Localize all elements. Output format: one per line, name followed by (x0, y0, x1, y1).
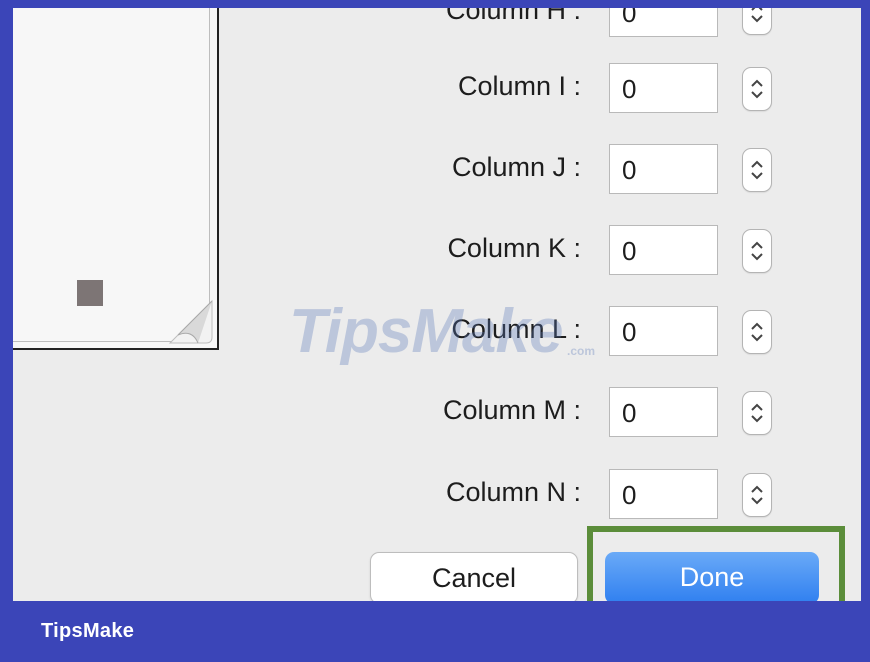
up-down-chevron-icon (751, 322, 763, 342)
watermark-suffix: .com (567, 344, 596, 358)
up-down-chevron-icon (751, 79, 763, 99)
up-down-chevron-icon (751, 160, 763, 180)
up-down-chevron-icon (751, 241, 763, 261)
column-stepper[interactable] (742, 148, 772, 192)
column-stepper[interactable] (742, 310, 772, 354)
column-value-field[interactable]: 0 (609, 225, 718, 275)
column-row-h: Column H : 0 (13, 8, 861, 39)
footer-brand: TipsMake (41, 620, 135, 642)
column-row-k: Column K : 0 (13, 225, 861, 277)
frame-top (0, 0, 870, 8)
column-row-j: Column J : 0 (13, 144, 861, 196)
footer-bar: TipsMake (0, 601, 870, 662)
column-stepper[interactable] (742, 67, 772, 111)
column-label: Column J : (451, 152, 581, 182)
cancel-button[interactable]: Cancel (370, 552, 578, 601)
column-row-n: Column N : 0 (13, 469, 861, 521)
column-label: Column H : (445, 8, 581, 25)
column-value-field[interactable]: 0 (609, 63, 718, 113)
column-value-field[interactable]: 0 (609, 8, 718, 37)
column-label: Column N : (445, 477, 581, 507)
column-value-field[interactable]: 0 (609, 469, 718, 519)
column-label: Column I : (457, 71, 581, 101)
column-value-field[interactable]: 0 (609, 306, 718, 356)
column-value-field[interactable]: 0 (609, 387, 718, 437)
column-label: Column M : (442, 395, 581, 425)
column-row-m: Column M : 0 (13, 387, 861, 439)
column-label: Column K : (447, 233, 581, 263)
column-stepper[interactable] (742, 229, 772, 273)
frame-right (861, 0, 870, 662)
watermark: TipsMake (289, 297, 563, 366)
page-marker (77, 280, 103, 306)
up-down-chevron-icon (751, 8, 763, 23)
frame-left (0, 0, 13, 662)
column-stepper[interactable] (742, 473, 772, 517)
up-down-chevron-icon (751, 485, 763, 505)
done-button[interactable]: Done (605, 552, 819, 601)
column-stepper[interactable] (742, 391, 772, 435)
column-value-field[interactable]: 0 (609, 144, 718, 194)
column-stepper[interactable] (742, 8, 772, 35)
sheet-dialog: Column H : 0 Column I : 0 Column J : 0 C… (13, 8, 861, 601)
up-down-chevron-icon (751, 403, 763, 423)
column-row-i: Column I : 0 (13, 63, 861, 115)
